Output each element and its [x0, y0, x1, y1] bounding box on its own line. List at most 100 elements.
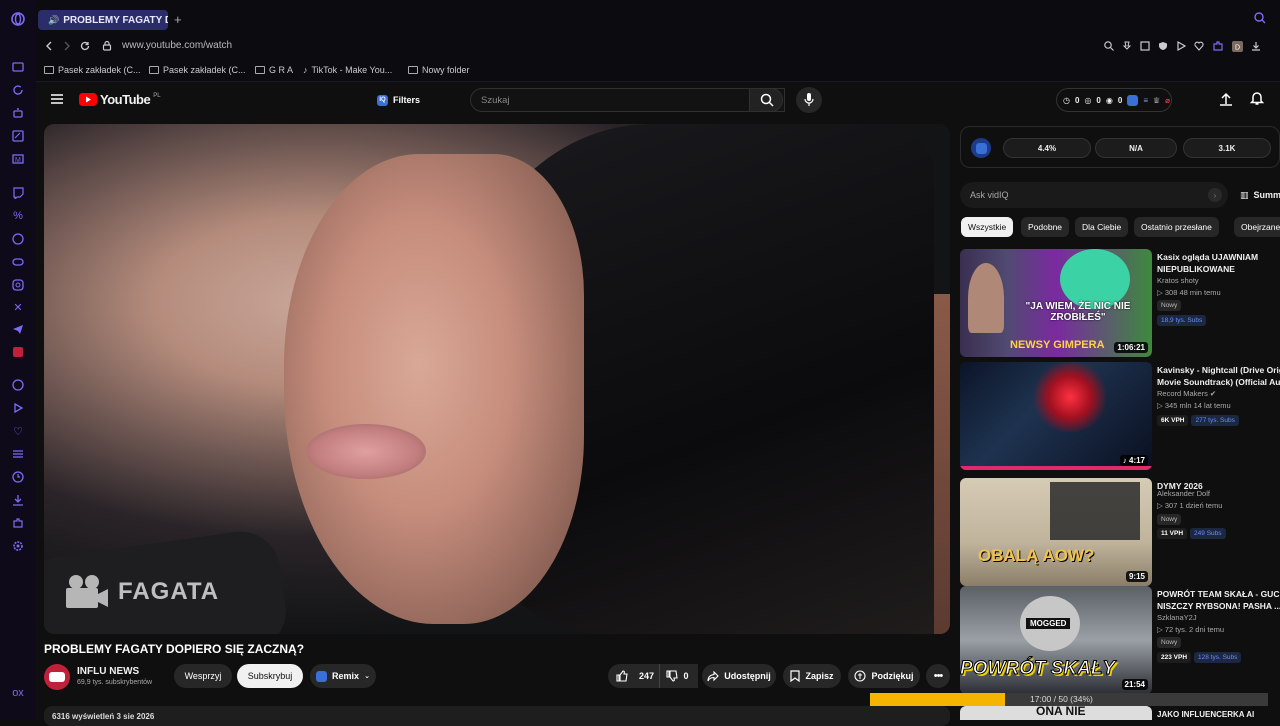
settings-gear-icon[interactable]: [11, 539, 25, 553]
video-thumbnail[interactable]: ♪ 4:17: [960, 362, 1152, 470]
bookmark-label: TikTok - Make You...: [311, 65, 393, 75]
snapshot-icon[interactable]: [1140, 41, 1150, 51]
video-thumbnail-partial[interactable]: ONA NIE: [960, 706, 1152, 720]
ai-assistant-icon[interactable]: [11, 106, 25, 120]
channel-name[interactable]: SzklanaY2J: [1157, 613, 1197, 622]
vidiq-na-stat[interactable]: N/A: [1095, 138, 1177, 158]
player-control-icon[interactable]: [1176, 41, 1186, 51]
pin-icon[interactable]: [1122, 41, 1132, 51]
x-twitter-icon[interactable]: ✕: [11, 300, 25, 314]
extensions-icon[interactable]: [11, 516, 25, 530]
bookmark-folder-gra[interactable]: G R A: [255, 65, 293, 75]
tab-youtube-video[interactable]: 🔊 PROBLEMY FAGATY DO: [38, 10, 168, 30]
twitch-icon[interactable]: [11, 186, 25, 200]
thanks-button[interactable]: Podziękuj: [848, 664, 920, 688]
vidiq-logo-icon[interactable]: [971, 138, 991, 158]
support-button[interactable]: Wesprzyj: [174, 664, 232, 688]
instagram-icon[interactable]: [11, 278, 25, 292]
youtube-play-logo-icon: [79, 93, 97, 106]
save-button[interactable]: Zapisz: [783, 664, 841, 688]
search-input[interactable]: Szukaj: [470, 88, 785, 112]
history-icon[interactable]: [11, 470, 25, 484]
youtube-logo[interactable]: YouTube PL: [79, 92, 161, 107]
share-button[interactable]: Udostępnij: [702, 664, 776, 688]
channel-avatar[interactable]: [44, 664, 70, 690]
video-title-partial[interactable]: JAKO INFLUENCERKA AI: [1157, 710, 1254, 719]
video-player[interactable]: FAGATA: [44, 124, 950, 634]
player-icon[interactable]: [11, 401, 25, 415]
search-button[interactable]: [749, 88, 783, 112]
video-title[interactable]: Kasix ogląda UJAWNIAM NIEPUBLIKOWANE NAG…: [1157, 251, 1280, 275]
chip-recently-uploaded[interactable]: Ostatnio przesłane: [1134, 217, 1219, 237]
channel-name[interactable]: Kratos shoty: [1157, 276, 1199, 285]
chip-watched[interactable]: Obejrzane: [1234, 217, 1280, 237]
downloads-icon[interactable]: [11, 493, 25, 507]
mail-icon[interactable]: M: [11, 152, 25, 166]
lock-icon[interactable]: [102, 40, 112, 51]
vidiq-count-stat[interactable]: 3.1K: [1183, 138, 1271, 158]
speed-dial-icon[interactable]: [11, 60, 25, 74]
chevron-right-icon[interactable]: ›: [1208, 188, 1222, 202]
extensions-puzzle-icon[interactable]: [1212, 41, 1224, 51]
zoom-icon[interactable]: [1104, 41, 1114, 51]
bookmark-folder-2[interactable]: Pasek zakładek (C...: [149, 65, 246, 75]
video-title[interactable]: POWRÓT TEAM SKAŁA - GUCIO: [1157, 588, 1280, 600]
telegram-icon[interactable]: [11, 322, 25, 336]
opera-logo-icon[interactable]: [11, 12, 25, 26]
channel-name[interactable]: Record Makers ✔: [1157, 389, 1216, 398]
vidiq-filters-button[interactable]: IQ Filters: [371, 91, 426, 109]
video-thumbnail[interactable]: OBALĄ AOW? 9:15: [960, 478, 1152, 586]
menu-hamburger-icon[interactable]: [51, 94, 63, 104]
shield-icon[interactable]: [1158, 41, 1168, 51]
spotify-icon[interactable]: [11, 378, 25, 392]
remix-button[interactable]: Remix ⌄: [310, 664, 376, 688]
dislike-button[interactable]: 0: [659, 664, 695, 688]
chip-similar[interactable]: Podobne: [1021, 217, 1070, 237]
pinboard-icon[interactable]: [11, 129, 25, 143]
extension-red-icon[interactable]: [11, 345, 25, 359]
more-options-icon[interactable]: ox: [11, 686, 25, 700]
percent-icon[interactable]: %: [11, 209, 25, 223]
back-icon[interactable]: [44, 41, 54, 51]
messenger-icon[interactable]: [11, 232, 25, 246]
recommended-video[interactable]: ♪ 4:17 Kavinsky - Nightcall (Drive Origi…: [960, 362, 1280, 470]
upload-icon[interactable]: [1220, 92, 1232, 106]
favorite-heart-icon[interactable]: [1194, 41, 1204, 51]
ask-vidiq-input[interactable]: Ask vidIQ ›: [960, 182, 1228, 208]
bookmark-folder-new[interactable]: Nowy folder: [408, 65, 470, 75]
new-tab-button[interactable]: +: [174, 12, 182, 27]
voice-search-button[interactable]: [796, 87, 822, 113]
video-description-box[interactable]: 6316 wyświetleń 3 sie 2026: [44, 706, 950, 726]
vidiq-counters-toolbar[interactable]: ◷ 0 ◎ 0 ◉ 0 ≡ ♕ ⌀: [1056, 88, 1172, 112]
channel-name[interactable]: INFLU NEWS: [77, 666, 139, 677]
list-icon[interactable]: [11, 447, 25, 461]
video-thumbnail[interactable]: "JA WIEM, ŻE NIC NIE ZROBIŁEŚ" NEWSY GIM…: [960, 249, 1152, 357]
notifications-bell-icon[interactable]: [1250, 91, 1264, 106]
recommended-video[interactable]: "JA WIEM, ŻE NIC NIE ZROBIŁEŚ" NEWSY GIM…: [960, 249, 1280, 357]
discord-icon[interactable]: [11, 255, 25, 269]
video-title[interactable]: Kavinsky - Nightcall (Drive Origi...: [1157, 364, 1280, 376]
chip-all[interactable]: Wszystkie: [961, 217, 1014, 237]
speaker-icon[interactable]: 🔊: [48, 15, 59, 26]
video-title-line2[interactable]: NISZCZY RYBSONA! PASHA ...: [1157, 600, 1280, 612]
channel-name[interactable]: Aleksander Dolf: [1157, 489, 1210, 498]
summary-button[interactable]: ▥ Summ: [1240, 190, 1280, 201]
recommended-video[interactable]: OBALĄ AOW? 9:15 DYMY 2026 Aleksander Dol…: [960, 478, 1280, 586]
reload-icon[interactable]: [80, 41, 90, 51]
bookmark-tiktok[interactable]: ♪ TikTok - Make You...: [303, 65, 392, 75]
subscribe-button[interactable]: Subskrybuj: [237, 664, 303, 688]
url-text[interactable]: www.youtube.com/watch: [122, 40, 232, 51]
profile-avatar-icon[interactable]: D: [1232, 41, 1243, 52]
download-icon[interactable]: [1251, 41, 1261, 51]
video-thumbnail[interactable]: MOGGED POWRÓT SKAŁY 21:54: [960, 586, 1152, 694]
bookmark-folder-1[interactable]: Pasek zakładek (C...: [44, 65, 141, 75]
forward-icon[interactable]: [62, 41, 72, 51]
video-title-line2[interactable]: Movie Soundtrack) (Official Aud...: [1157, 376, 1280, 388]
tab-search-icon[interactable]: [1254, 12, 1266, 24]
refresh-feed-icon[interactable]: [11, 83, 25, 97]
recommended-video[interactable]: MOGGED POWRÓT SKAŁY 21:54 POWRÓT TEAM SK…: [960, 586, 1280, 694]
heart-icon[interactable]: ♡: [11, 424, 25, 438]
vidiq-score-stat[interactable]: 4.4%: [1003, 138, 1091, 158]
more-actions-button[interactable]: •••: [926, 664, 950, 688]
chip-for-you[interactable]: Dla Ciebie: [1075, 217, 1129, 237]
